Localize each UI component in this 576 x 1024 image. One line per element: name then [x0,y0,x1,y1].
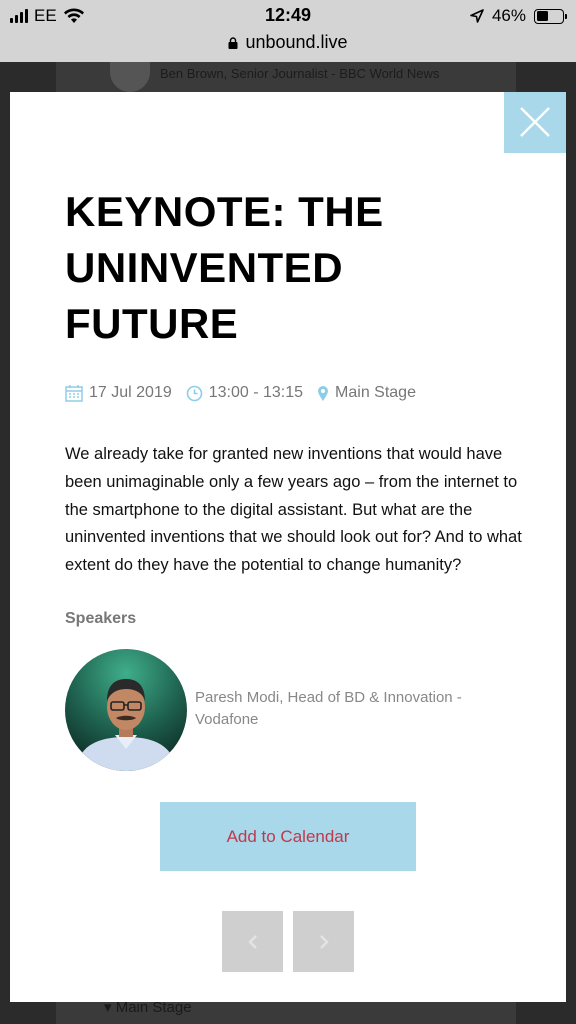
previous-session-button[interactable] [222,911,283,972]
speaker-name: Paresh Modi, Head of BD & Innovation - V… [195,689,462,728]
close-button[interactable] [504,92,566,153]
background-speaker-text: Ben Brown, Senior Journalist - BBC World… [160,66,440,81]
meta-time: 13:00 - 13:15 [186,384,303,402]
calendar-icon [65,385,83,402]
session-description: We already take for granted new inventio… [65,445,522,575]
next-session-button[interactable] [293,911,354,972]
status-right: 46% [470,6,567,26]
battery-percent: 46% [491,6,526,25]
meta-date-text: 17 Jul 2019 [89,384,172,401]
url-bar[interactable]: unbound.live [0,32,576,53]
battery-icon [534,8,567,24]
speakers-heading: Speakers [65,610,137,627]
meta-location: Main Stage [317,384,416,402]
chevron-right-icon [319,934,329,949]
meta-location-text: Main Stage [335,384,416,401]
session-title: KEYNOTE: THE UNINVENTED FUTURE [65,188,384,347]
speaker-avatar [65,649,187,771]
status-bar: EE 12:49 46% unbound.live [0,0,576,62]
meta-date: 17 Jul 2019 [65,384,172,402]
map-pin-icon [318,385,329,401]
session-meta: 17 Jul 2019 13:00 - 13:15 Main Stage [65,384,430,402]
meta-time-text: 13:00 - 13:15 [208,384,304,401]
add-to-calendar-button[interactable]: Add to Calendar [160,802,416,871]
lock-icon [228,36,238,49]
session-modal: KEYNOTE: THE UNINVENTED FUTURE 17 Jul 20… [10,92,566,1002]
chevron-left-icon [247,934,257,949]
clock-icon [186,385,203,401]
close-icon [520,107,550,137]
url-text: unbound.live [245,32,348,52]
location-arrow-icon [470,9,484,23]
